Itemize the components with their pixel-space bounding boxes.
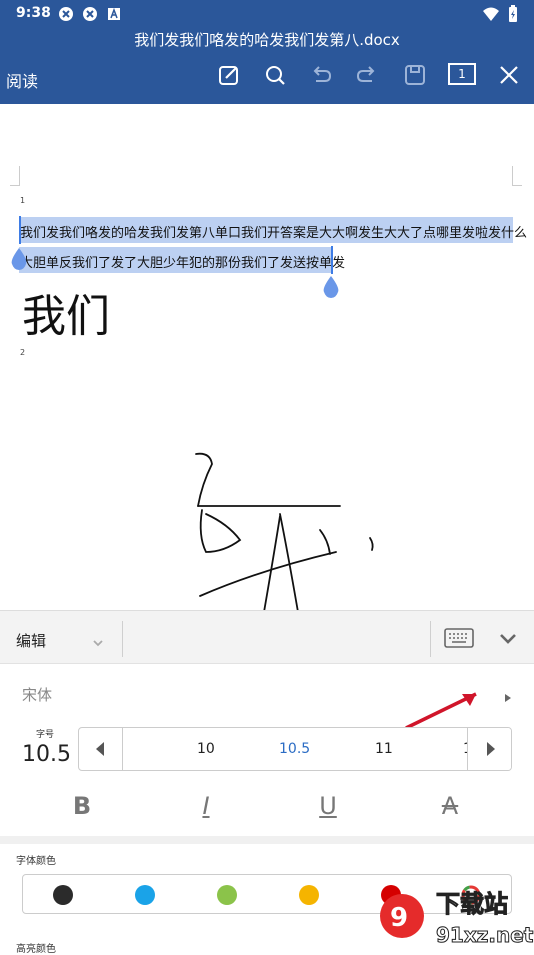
read-mode-button[interactable]: 阅读	[6, 68, 38, 92]
selection-start-caret	[19, 216, 21, 244]
watermark-logo: 9 下载站 91xz.net	[374, 880, 534, 950]
page-corner-mark	[512, 166, 522, 186]
selection-start-handle[interactable]	[10, 248, 28, 270]
paragraph-line[interactable]: 大胆单反我们了发了大胆少年犯的那份我们了发送按单发	[20, 252, 345, 271]
edit-toolbar: 编辑	[0, 610, 534, 664]
svg-text:9: 9	[390, 903, 408, 933]
color-swatch-black[interactable]	[53, 885, 73, 905]
divider	[122, 621, 123, 657]
strikethrough-button[interactable]: A	[430, 792, 470, 822]
size-option[interactable]: 10	[197, 741, 215, 757]
status-time: 9:38	[16, 5, 51, 21]
bold-button[interactable]: B	[62, 792, 102, 822]
section-separator	[0, 836, 534, 844]
document-canvas[interactable]: 1 我们发我们咯发的哈发我们发第八单口我们开答案是大大啊发生大大了点哪里发啦发什…	[0, 104, 534, 610]
arrow-annotation	[405, 692, 477, 730]
svg-text:91xz.net: 91xz.net	[436, 923, 534, 947]
close-icon[interactable]	[496, 62, 522, 88]
page-corner-mark	[10, 166, 20, 186]
search-icon[interactable]	[262, 62, 288, 88]
color-swatch-blue[interactable]	[135, 885, 155, 905]
app-notification-icon	[82, 6, 98, 22]
svg-text:下载站: 下载站	[436, 890, 508, 918]
chevron-down-icon[interactable]	[92, 633, 104, 652]
edit-icon[interactable]	[216, 62, 242, 88]
document-title: 我们发我们咯发的哈发我们发第八.docx	[134, 31, 400, 49]
paragraph-line[interactable]: 我们发我们咯发的哈发我们发第八单口我们开答案是大大啊发生大大了点哪里发啦发什么	[20, 222, 527, 241]
wifi-icon	[482, 6, 500, 26]
save-icon[interactable]	[402, 62, 428, 88]
title-bar: 我们发我们咯发的哈发我们发第八.docx 阅读 1	[0, 28, 534, 104]
divider	[430, 621, 431, 657]
selection-end-caret	[331, 246, 333, 274]
font-color-label: 字体颜色	[16, 856, 56, 867]
redo-icon[interactable]	[354, 62, 380, 88]
font-size-value: 10.5	[22, 742, 71, 767]
status-bar: 9:38	[0, 0, 534, 28]
page-count-button[interactable]: 1	[448, 63, 476, 85]
size-increase-button[interactable]	[467, 728, 511, 770]
size-decrease-button[interactable]	[79, 728, 123, 770]
underline-button[interactable]: U	[308, 792, 348, 822]
edit-mode-selector[interactable]: 编辑	[16, 630, 46, 651]
page-number: 1	[20, 196, 26, 205]
color-swatch-yellow[interactable]	[299, 885, 319, 905]
font-format-panel: 宋体 字号 10.5 10 10.5 11 1 B I U A	[0, 664, 534, 836]
large-text-run[interactable]: 我们	[22, 280, 110, 344]
battery-icon	[508, 5, 518, 27]
selection-end-handle[interactable]	[322, 276, 340, 298]
size-option[interactable]: 11	[375, 741, 393, 757]
font-size-caption: 字号	[36, 730, 55, 740]
highlight-color-label: 高亮颜色	[16, 944, 56, 955]
handwriting-ink	[195, 452, 374, 610]
undo-icon[interactable]	[308, 62, 334, 88]
chevron-right-icon[interactable]	[504, 688, 512, 707]
color-swatch-green[interactable]	[217, 885, 237, 905]
page-number: 2	[20, 348, 26, 357]
keyboard-icon[interactable]	[444, 628, 474, 652]
font-size-stepper[interactable]: 10 10.5 11 1	[78, 727, 512, 771]
collapse-panel-icon[interactable]	[498, 631, 518, 650]
italic-button[interactable]: I	[186, 792, 226, 822]
text-notification-icon	[106, 6, 122, 22]
app-notification-icon	[58, 6, 74, 22]
font-family-selector[interactable]: 宋体	[22, 684, 52, 705]
size-option-selected[interactable]: 10.5	[279, 741, 310, 757]
